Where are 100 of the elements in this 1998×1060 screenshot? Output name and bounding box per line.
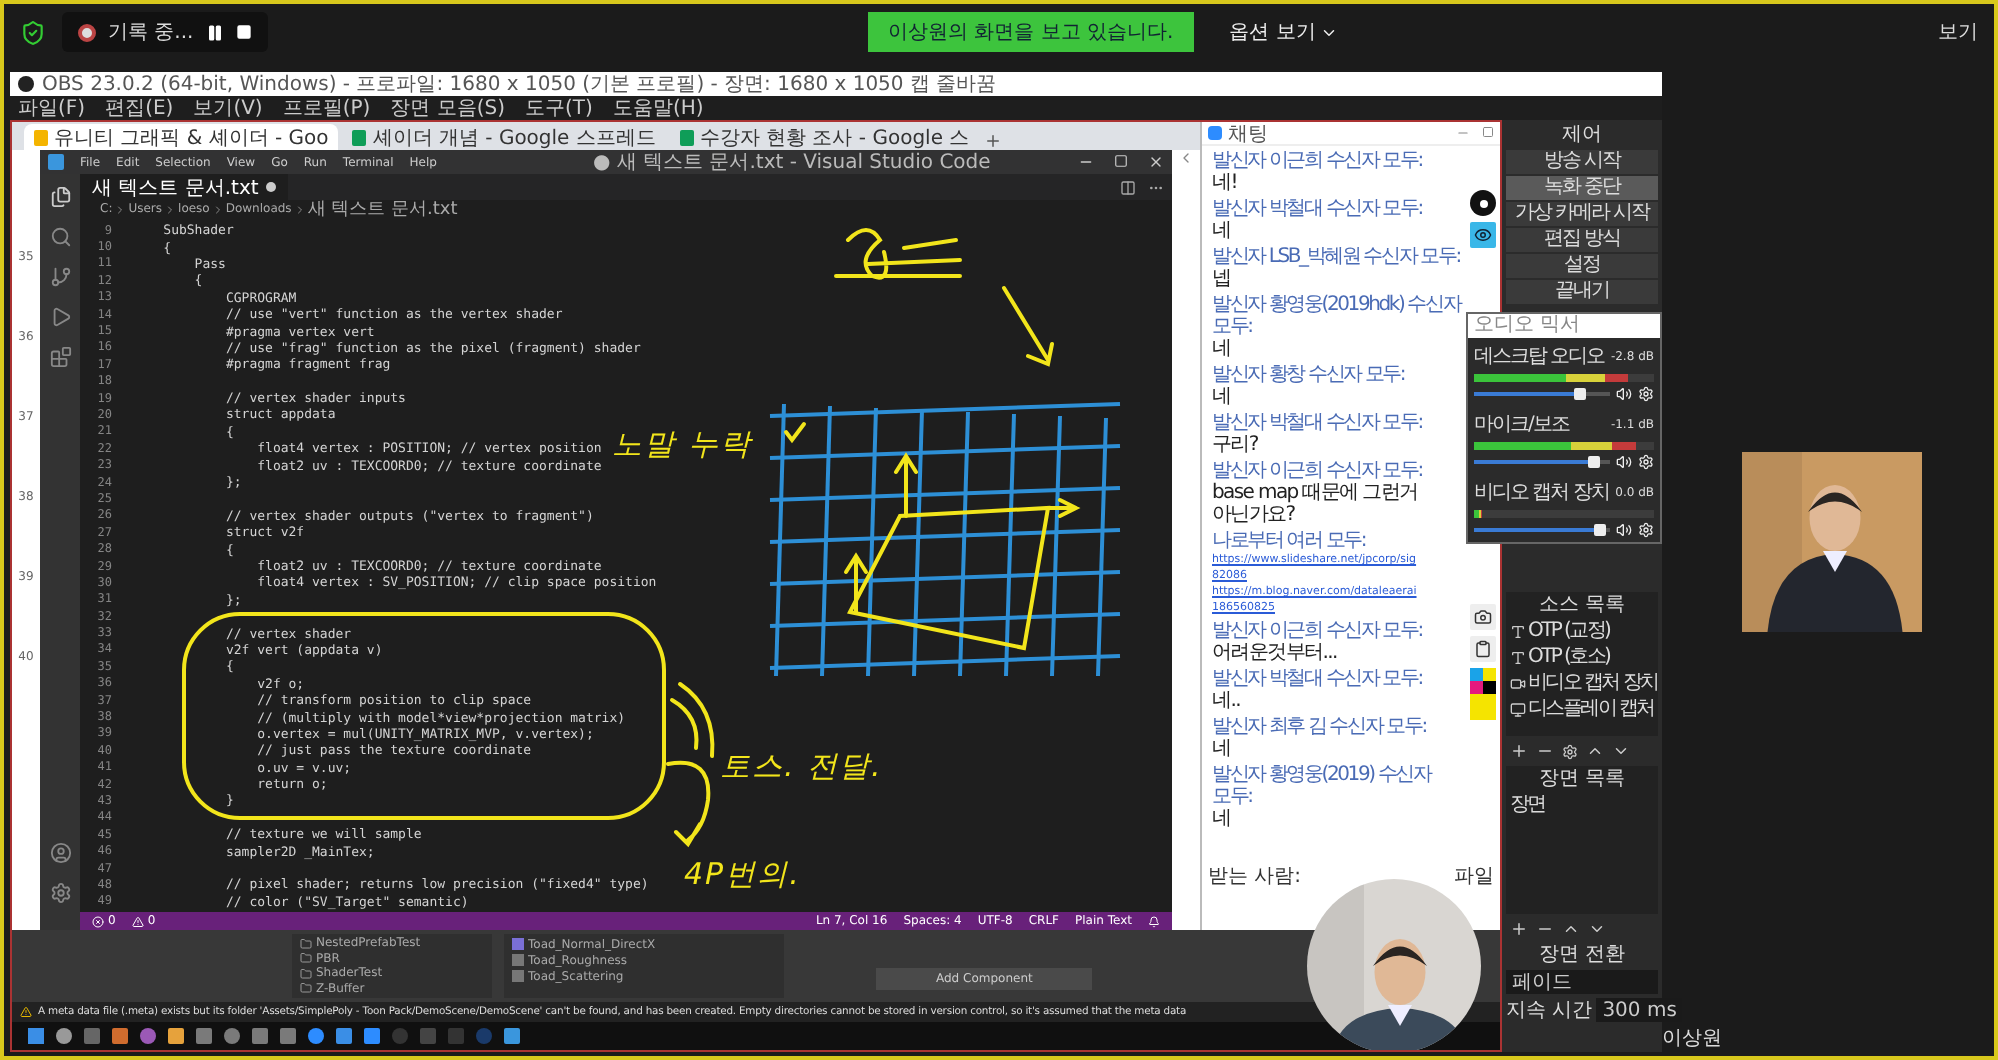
settings-icon[interactable] bbox=[1562, 743, 1578, 759]
up-icon[interactable] bbox=[1562, 920, 1580, 938]
down-icon[interactable] bbox=[1588, 920, 1606, 938]
chat-message: 넵 bbox=[1212, 268, 1233, 290]
window-title: ● 새 텍스트 문서.txt - Visual Studio Code bbox=[592, 150, 991, 176]
gear-icon[interactable] bbox=[1638, 454, 1654, 470]
chevron-icon bbox=[164, 204, 177, 216]
chat-sender: 발신자 최후 김 수신자 모두: bbox=[1212, 716, 1428, 738]
speaker-icon[interactable] bbox=[1616, 454, 1632, 470]
branch-icon[interactable] bbox=[49, 266, 71, 288]
run-icon[interactable] bbox=[49, 306, 71, 328]
browser-tab[interactable]: 유니티 그래픽 & 셰이더 - Goo bbox=[24, 124, 339, 150]
control-button[interactable]: 편집 방식 bbox=[1506, 228, 1658, 252]
warning-icon bbox=[20, 1006, 32, 1018]
account-icon[interactable] bbox=[49, 842, 71, 864]
menu-item[interactable]: 파일(F) bbox=[18, 94, 86, 122]
chat-message: 네! bbox=[1212, 172, 1239, 194]
window-title: OBS 23.0.2 (64-bit, Windows) - 프로파일: 1680 x 1050 (기본 프로필) - 장면: 1680 x 1050 캡 줄바꿈 bbox=[42, 72, 997, 98]
control-button[interactable]: 녹화 중단 bbox=[1506, 176, 1658, 200]
handwritten-note: 노말 누락 bbox=[612, 426, 752, 462]
browser-tab[interactable]: 셰이더 개념 - Google 스프레드 bbox=[342, 124, 666, 150]
menu-item[interactable]: 프로필(P) bbox=[282, 94, 371, 122]
error-icon bbox=[92, 915, 104, 927]
control-button[interactable]: 가상 카메라 시작 bbox=[1506, 202, 1658, 226]
files-icon[interactable] bbox=[49, 186, 71, 208]
menu-item[interactable]: 장면 모음(S) bbox=[390, 94, 506, 122]
shield-icon bbox=[20, 19, 46, 45]
slider-thumb[interactable] bbox=[1593, 524, 1606, 536]
chat-sender: 발신자 박철대 수신자 모두: bbox=[1212, 412, 1424, 434]
bell-icon[interactable] bbox=[1148, 915, 1160, 927]
chevron-icon bbox=[1178, 150, 1194, 166]
chat-sender: 발신자 이근희 수신자 모두: bbox=[1212, 620, 1424, 642]
vscode-logo-icon bbox=[48, 154, 64, 170]
settings-icon[interactable] bbox=[49, 882, 71, 904]
duration-label: 지속 시간 bbox=[1506, 998, 1593, 1024]
chat-sender: 발신자 황영웅(2019) 수신자 모두: bbox=[1212, 764, 1434, 808]
new-tab-icon[interactable] bbox=[983, 132, 1002, 150]
chat-sender: 발신자 박철대 수신자 모두: bbox=[1212, 668, 1424, 690]
chat-sender: 발신자 이근희 수신자 모두: bbox=[1212, 460, 1424, 482]
chat-sender: 나로부터 여러 모두: bbox=[1212, 530, 1368, 552]
chat-message: 네.. bbox=[1212, 690, 1242, 712]
transition-select[interactable]: 페이드 bbox=[1506, 970, 1658, 994]
slider-thumb[interactable] bbox=[1587, 456, 1600, 468]
browser-tab[interactable]: 수강자 현황 조사 - Google 스 bbox=[669, 124, 980, 150]
close-icon[interactable] bbox=[1148, 154, 1164, 170]
maximize-icon[interactable] bbox=[1482, 126, 1494, 138]
add-icon[interactable] bbox=[1510, 742, 1528, 760]
view-button[interactable]: 보기 bbox=[1938, 18, 1978, 46]
chat-message: 어려운것부터... bbox=[1212, 642, 1339, 664]
breadcrumb-item[interactable]: 새 텍스트 문서.txt bbox=[307, 201, 458, 219]
stop-icon[interactable] bbox=[235, 24, 252, 40]
add-icon[interactable] bbox=[1510, 920, 1528, 938]
handwritten-note: 4P번의. bbox=[684, 856, 801, 892]
down-icon[interactable] bbox=[1612, 742, 1630, 760]
control-button[interactable]: 끝내기 bbox=[1506, 280, 1658, 304]
control-button[interactable]: 설정 bbox=[1506, 254, 1658, 278]
pause-icon[interactable] bbox=[205, 23, 224, 41]
mixer-title: 오디오 믹서 bbox=[1468, 314, 1660, 338]
scene-item[interactable]: 장면 bbox=[1510, 794, 1654, 818]
slider-thumb[interactable] bbox=[1574, 388, 1587, 400]
file-button[interactable]: 파일 bbox=[1454, 862, 1494, 890]
recipient-label: 받는 사람: bbox=[1208, 864, 1302, 890]
control-button[interactable]: 방송 시작 bbox=[1506, 150, 1658, 174]
source-item[interactable]: 비디오 캡처 장치 bbox=[1510, 672, 1654, 696]
sharing-banner: 이상원의 화면을 보고 있습니다. bbox=[867, 12, 1194, 52]
panel-header: 제어 bbox=[1560, 124, 1604, 148]
chat-message: 네 bbox=[1212, 386, 1233, 408]
speaker-icon[interactable] bbox=[1616, 386, 1632, 402]
panel-header: 장면 목록 bbox=[1536, 768, 1628, 792]
recording-label: 기록 중... bbox=[108, 20, 194, 46]
panel-header: 장면 전환 bbox=[1536, 944, 1628, 968]
handwritten-note: 토스. 전달. bbox=[720, 748, 883, 784]
chevron-icon bbox=[293, 204, 306, 216]
gear-icon[interactable] bbox=[1638, 386, 1654, 402]
menu-item[interactable]: 편집(E) bbox=[105, 94, 174, 122]
camera-icon[interactable] bbox=[1470, 604, 1496, 630]
up-icon[interactable] bbox=[1586, 742, 1604, 760]
view-options-menu[interactable]: 옵션 보기 bbox=[1229, 18, 1338, 46]
source-item[interactable]: OTP (교정) bbox=[1510, 620, 1654, 644]
split-editor-icon[interactable] bbox=[1120, 179, 1136, 195]
source-item[interactable]: OTP (호소) bbox=[1510, 646, 1654, 670]
search-icon[interactable] bbox=[49, 226, 71, 248]
extensions-icon[interactable] bbox=[49, 346, 71, 368]
editor-tab[interactable]: 새 텍스트 문서.txt bbox=[80, 174, 289, 200]
menu-item[interactable]: 보기(V) bbox=[193, 94, 263, 122]
menu-item[interactable]: 도구(T) bbox=[525, 94, 593, 122]
color-swatches[interactable] bbox=[1470, 668, 1496, 720]
chat-sender: 발신자 이근희 수신자 모두: bbox=[1212, 150, 1424, 172]
text-icon bbox=[1510, 650, 1526, 666]
clipboard-icon[interactable] bbox=[1470, 636, 1496, 662]
source-item[interactable]: 디스플레이 캡처 bbox=[1510, 698, 1654, 722]
chat-title: 채팅 bbox=[1228, 121, 1268, 147]
chat-message: 네 bbox=[1212, 338, 1233, 360]
eye-icon[interactable] bbox=[1470, 222, 1496, 248]
speaker-icon[interactable] bbox=[1616, 522, 1632, 538]
menu-item[interactable]: 도움말(H) bbox=[612, 94, 704, 122]
maximize-icon[interactable] bbox=[1114, 154, 1128, 168]
panel-header: 소스 목록 bbox=[1536, 594, 1628, 618]
chat-sender: 발신자 박철대 수신자 모두: bbox=[1212, 198, 1424, 220]
gear-icon[interactable] bbox=[1638, 522, 1654, 538]
